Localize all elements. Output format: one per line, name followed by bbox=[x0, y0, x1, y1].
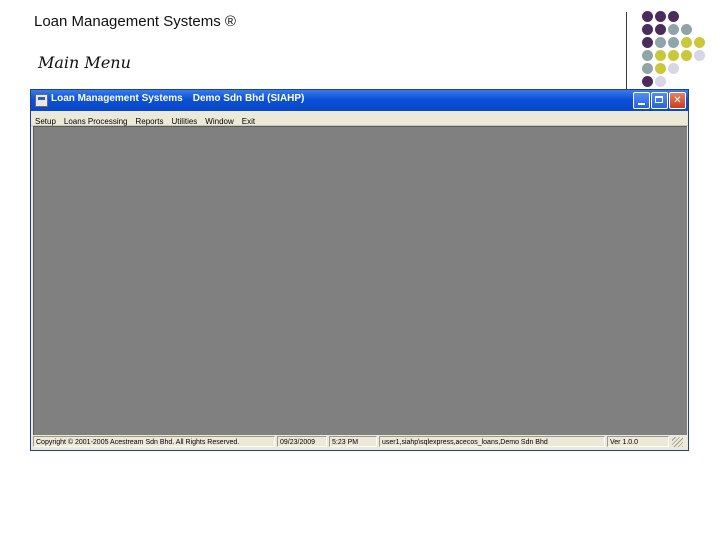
decorative-dot bbox=[668, 37, 679, 48]
menu-bar: Setup Loans Processing Reports Utilities Win… bbox=[31, 111, 688, 126]
decorative-dot bbox=[668, 11, 679, 22]
app-icon[interactable] bbox=[35, 94, 48, 107]
app-window: Loan Management Systems Demo Sdn Bhd (SIA… bbox=[31, 90, 688, 450]
minimize-button[interactable] bbox=[633, 92, 650, 109]
decorative-dot bbox=[681, 50, 692, 61]
decorative-dot bbox=[655, 24, 666, 35]
status-copyright: Copyright © 2001-2005 Acestream Sdn Bhd.… bbox=[33, 436, 275, 447]
decorative-dot bbox=[668, 50, 679, 61]
maximize-icon bbox=[655, 96, 663, 103]
menu-exit[interactable]: Exit bbox=[238, 115, 259, 126]
status-connection: user1,siahp\sqlexpress,acecos_loans,Demo… bbox=[379, 436, 605, 447]
decorative-dot bbox=[668, 63, 679, 74]
decorative-divider bbox=[626, 12, 627, 90]
decorative-dot bbox=[642, 37, 653, 48]
window-title: Loan Management Systems Demo Sdn Bhd (SIA… bbox=[51, 93, 304, 104]
decorative-dot bbox=[655, 11, 666, 22]
decorative-dot bbox=[642, 11, 653, 22]
status-bar: Copyright © 2001-2005 Acestream Sdn Bhd.… bbox=[33, 436, 686, 448]
menu-reports[interactable]: Reports bbox=[132, 115, 168, 126]
decorative-dot bbox=[668, 24, 679, 35]
decorative-dot bbox=[694, 37, 705, 48]
status-date: 09/23/2009 bbox=[277, 436, 327, 447]
status-version: Ver 1.0.0 bbox=[607, 436, 669, 447]
slide-subtitle: Main Menu bbox=[38, 53, 131, 72]
mdi-workspace[interactable] bbox=[33, 126, 687, 435]
window-title-company: Demo Sdn Bhd (SIAHP) bbox=[192, 93, 305, 104]
maximize-button[interactable] bbox=[651, 92, 668, 109]
minimize-icon bbox=[638, 103, 645, 105]
decorative-dot bbox=[655, 50, 666, 61]
decorative-dot bbox=[681, 37, 692, 48]
decorative-dot bbox=[642, 76, 653, 87]
decorative-dot bbox=[642, 63, 653, 74]
decorative-dot bbox=[655, 63, 666, 74]
slide-title: Loan Management Systems ® bbox=[34, 13, 236, 30]
close-button[interactable]: ✕ bbox=[669, 92, 686, 109]
decorative-dot bbox=[681, 24, 692, 35]
decorative-dot bbox=[655, 76, 666, 87]
resize-grip-icon[interactable] bbox=[672, 437, 683, 447]
window-title-app: Loan Management Systems bbox=[51, 93, 183, 104]
menu-loans-processing[interactable]: Loans Processing bbox=[60, 115, 132, 126]
status-time: 5:23 PM bbox=[329, 436, 377, 447]
decorative-dot bbox=[642, 24, 653, 35]
decorative-dot bbox=[642, 50, 653, 61]
menu-window[interactable]: Window bbox=[201, 115, 237, 126]
decorative-dot bbox=[694, 50, 705, 61]
menu-utilities[interactable]: Utilities bbox=[168, 115, 202, 126]
close-icon: ✕ bbox=[673, 95, 682, 106]
decorative-dot bbox=[655, 37, 666, 48]
window-title-bar[interactable]: Loan Management Systems Demo Sdn Bhd (SIA… bbox=[31, 90, 688, 111]
menu-setup[interactable]: Setup bbox=[31, 115, 60, 126]
